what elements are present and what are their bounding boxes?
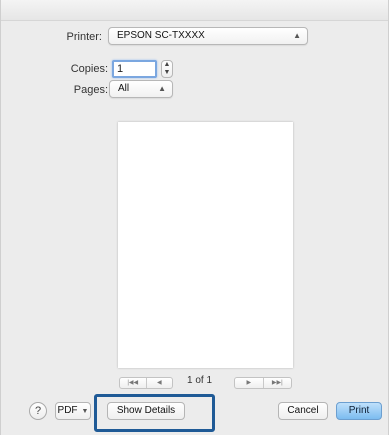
- print-button[interactable]: Print: [336, 402, 382, 420]
- last-page-icon[interactable]: ▶▶|: [264, 378, 292, 388]
- copies-stepper[interactable]: ▲ ▼: [161, 60, 173, 78]
- print-dialog: Printer: EPSON SC-TXXXX ▲ Copies: 1 ▲ ▼ …: [0, 0, 389, 435]
- help-button[interactable]: ?: [29, 402, 47, 420]
- stepper-up-icon[interactable]: ▲: [162, 61, 172, 69]
- preview-back-controls: |◀◀ ◀: [119, 377, 173, 389]
- stepper-down-icon[interactable]: ▼: [162, 69, 172, 77]
- chevron-down-icon: ▼: [81, 408, 89, 415]
- preview-forward-controls: ▶ ▶▶|: [234, 377, 292, 389]
- popup-arrows-icon: ▲: [293, 31, 301, 40]
- copies-label: Copies:: [70, 63, 108, 75]
- pages-popup[interactable]: All ▲: [109, 80, 173, 98]
- previous-page-icon[interactable]: ◀: [147, 378, 173, 388]
- show-details-highlight: [94, 394, 215, 432]
- pdf-label: PDF: [57, 405, 78, 416]
- page-preview: [118, 122, 293, 368]
- page-indicator: 1 of 1: [187, 375, 213, 386]
- first-page-icon[interactable]: |◀◀: [120, 378, 147, 388]
- printer-value: EPSON SC-TXXXX: [117, 30, 205, 41]
- printer-popup[interactable]: EPSON SC-TXXXX ▲: [108, 27, 308, 45]
- popup-arrows-icon: ▲: [158, 84, 166, 93]
- pages-value: All: [118, 83, 130, 94]
- pages-label: Pages:: [73, 84, 108, 96]
- dialog-titlebar: [1, 0, 388, 21]
- printer-label: Printer:: [66, 31, 102, 43]
- pdf-menu-button[interactable]: PDF ▼: [55, 402, 91, 420]
- next-page-icon[interactable]: ▶: [235, 378, 264, 388]
- copies-input[interactable]: 1: [112, 60, 157, 78]
- cancel-button[interactable]: Cancel: [278, 402, 328, 420]
